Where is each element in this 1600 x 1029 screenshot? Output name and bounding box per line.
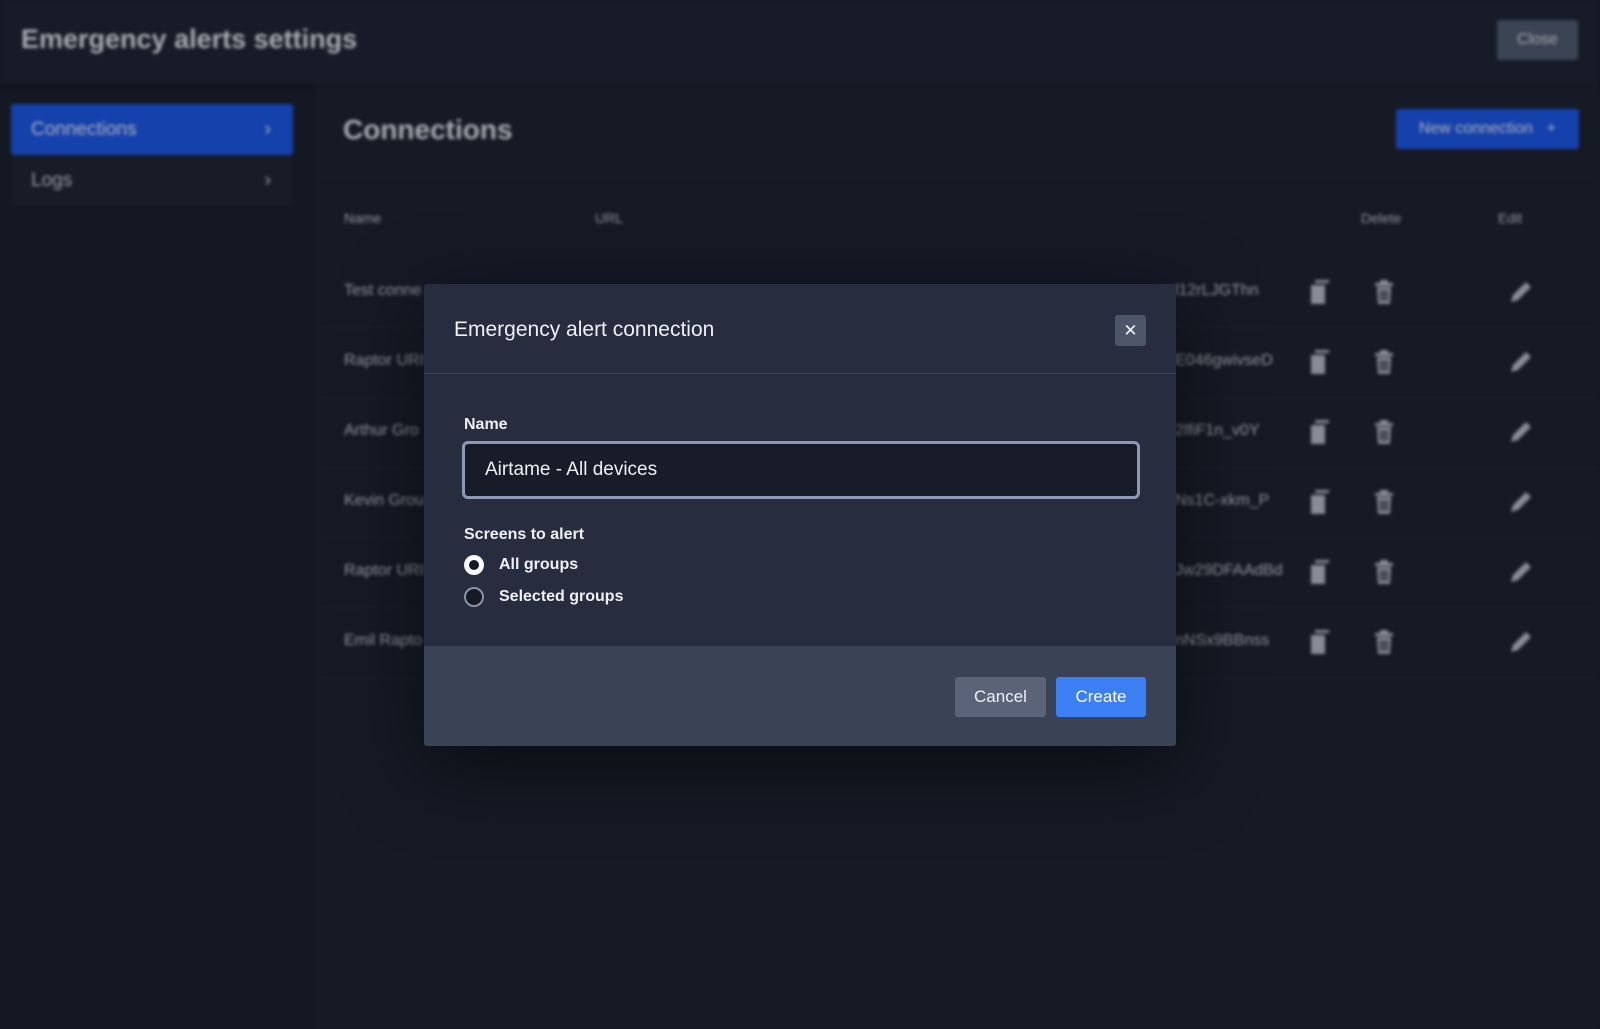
radio-button[interactable] [464,587,484,607]
radio-button[interactable] [464,555,484,575]
radio-label: Selected groups [499,588,624,605]
name-field-label: Name [464,416,508,433]
radio-option-all-groups[interactable]: All groups [464,555,578,575]
modal-header: Emergency alert connection ✕ [424,284,1176,374]
connection-modal: Emergency alert connection ✕ Name Screen… [424,284,1176,746]
modal-close-button[interactable]: ✕ [1115,315,1146,346]
create-button[interactable]: Create [1056,677,1146,717]
modal-title: Emergency alert connection [454,318,715,341]
modal-footer: Cancel Create [424,646,1176,746]
close-icon: ✕ [1123,320,1138,340]
name-input[interactable] [462,441,1140,499]
radio-option-selected-groups[interactable]: Selected groups [464,587,623,607]
screens-to-alert-label: Screens to alert [464,526,585,543]
radio-label: All groups [499,556,579,573]
cancel-button[interactable]: Cancel [955,677,1046,717]
